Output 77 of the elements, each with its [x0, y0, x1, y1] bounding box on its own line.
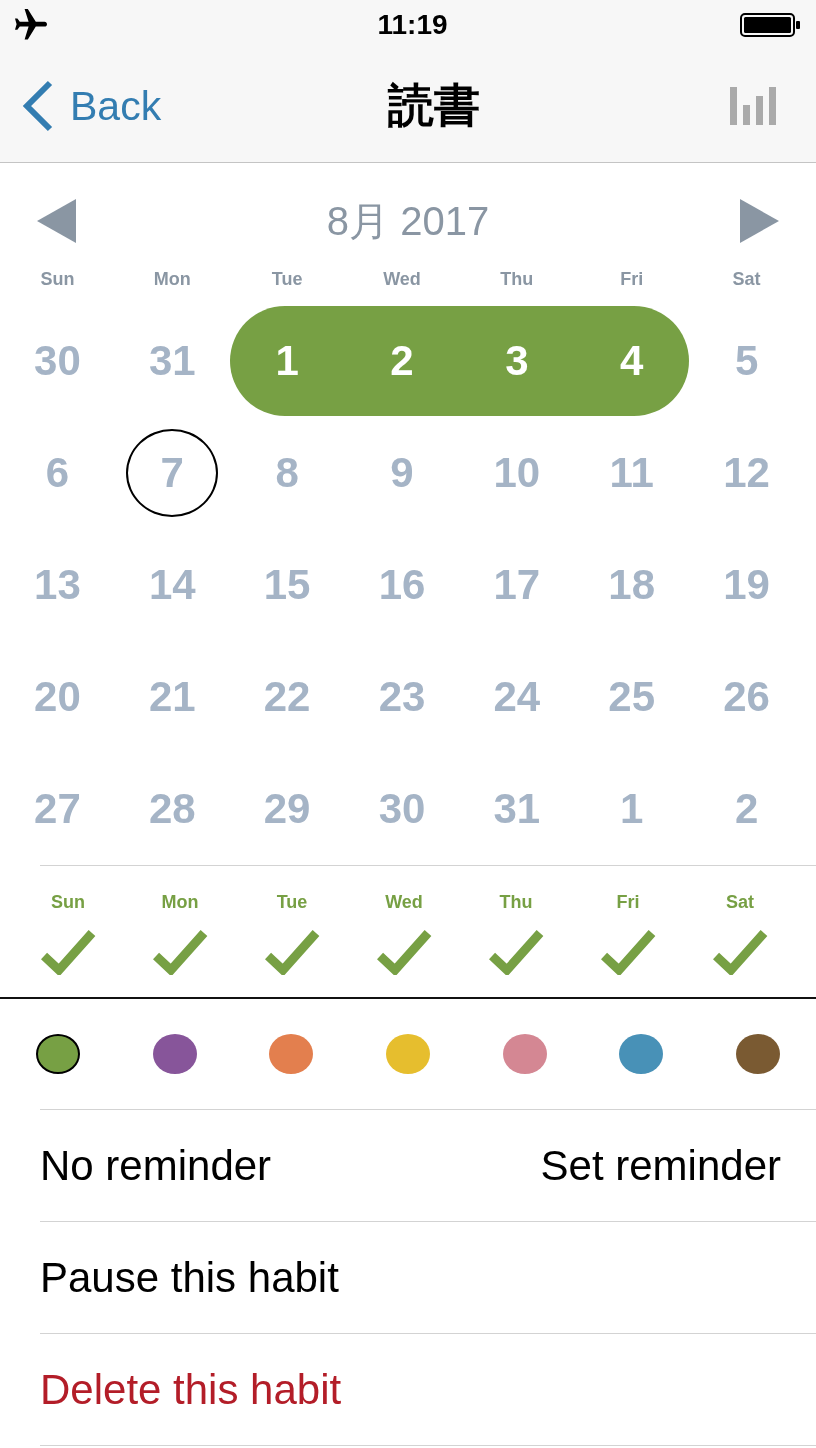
pause-habit-button[interactable]: Pause this habit [40, 1253, 339, 1302]
repeat-day-label: Sat [726, 891, 754, 913]
color-swatch-icon[interactable] [152, 1034, 197, 1074]
repeat-day-label: Tue [276, 891, 308, 913]
calendar-day[interactable]: 8 [275, 449, 299, 497]
month-title: 8月 2017 [326, 197, 490, 245]
reminder-status: No reminder [40, 1141, 272, 1190]
calendar-day[interactable]: 22 [263, 673, 311, 721]
color-swatch-icon[interactable] [386, 1034, 430, 1074]
chevron-left-icon [22, 80, 54, 132]
calendar-day[interactable]: 16 [378, 561, 426, 609]
checkmark-icon[interactable] [600, 929, 656, 975]
color-swatch-icon[interactable] [36, 1034, 81, 1074]
weekday-label: Tue [271, 268, 303, 290]
color-swatch-icon[interactable] [619, 1034, 664, 1074]
checkmark-icon[interactable] [264, 929, 320, 975]
weekday-label: Wed [383, 268, 421, 290]
weekday-label: Thu [500, 268, 534, 290]
repeat-day-label: Mon [161, 891, 199, 913]
calendar-day[interactable]: 28 [148, 785, 196, 833]
repeat-day-label: Wed [385, 891, 423, 913]
calendar-day[interactable]: 2 [734, 785, 759, 833]
calendar-day[interactable]: 10 [493, 449, 541, 497]
calendar-day[interactable]: 31 [148, 337, 196, 385]
calendar-day[interactable]: 14 [148, 561, 196, 609]
calendar-day[interactable]: 1 [620, 785, 644, 833]
calendar-day[interactable]: 30 [378, 785, 426, 833]
weekday-label: Mon [153, 268, 191, 290]
calendar-day[interactable]: 24 [493, 673, 541, 721]
calendar-day[interactable]: 23 [378, 673, 426, 721]
calendar-day[interactable]: 13 [34, 561, 81, 609]
battery-icon [740, 13, 800, 37]
calendar-day[interactable]: 5 [734, 337, 759, 385]
calendar-day[interactable]: 25 [608, 673, 656, 721]
calendar-day[interactable]: 9 [390, 449, 414, 497]
repeat-day-label: Sun [51, 891, 85, 913]
calendar-day[interactable]: 3 [505, 337, 529, 385]
calendar-day[interactable]: 30 [34, 337, 81, 385]
color-swatch-icon[interactable] [269, 1034, 314, 1074]
calendar-day[interactable]: 17 [493, 561, 541, 609]
calendar-day[interactable]: 15 [263, 561, 311, 609]
calendar-day[interactable]: 20 [34, 673, 81, 721]
calendar-day[interactable]: 26 [723, 673, 770, 721]
calendar-day[interactable]: 11 [609, 449, 654, 497]
bar-chart-icon[interactable] [730, 87, 776, 125]
calendar-day[interactable]: 7 [160, 449, 184, 497]
checkmark-icon[interactable] [376, 929, 432, 975]
checkmark-icon[interactable] [488, 929, 544, 975]
set-reminder-button[interactable]: Set reminder [540, 1141, 781, 1190]
status-time: 11:19 [377, 9, 448, 41]
calendar-day[interactable]: 29 [263, 785, 311, 833]
calendar-day[interactable]: 12 [723, 449, 770, 497]
repeat-day-label: Thu [499, 891, 533, 913]
previous-month-arrow-icon[interactable] [37, 199, 76, 243]
calendar-day[interactable]: 1 [275, 337, 299, 385]
calendar-day[interactable]: 21 [148, 673, 196, 721]
nav-title: 読書 [388, 77, 480, 134]
calendar-day[interactable]: 31 [493, 785, 541, 833]
repeat-day-label: Fri [616, 891, 640, 913]
checkmark-icon[interactable] [40, 929, 96, 975]
calendar-day[interactable]: 2 [390, 337, 414, 385]
next-month-arrow-icon[interactable] [740, 199, 779, 243]
calendar-day[interactable]: 18 [608, 561, 656, 609]
color-swatch-icon[interactable] [502, 1034, 547, 1074]
weekday-label: Fri [620, 268, 644, 290]
calendar-day[interactable]: 6 [45, 449, 70, 497]
weekday-label: Sat [732, 268, 761, 290]
airplane-mode-icon [15, 9, 47, 41]
back-button[interactable]: Back [22, 80, 162, 132]
checkmark-icon[interactable] [152, 929, 208, 975]
calendar-day[interactable]: 4 [620, 337, 644, 385]
color-swatch-icon[interactable] [735, 1034, 780, 1074]
delete-habit-button[interactable]: Delete this habit [40, 1365, 342, 1414]
calendar-day[interactable]: 19 [723, 561, 770, 609]
calendar-day[interactable]: 27 [34, 785, 81, 833]
checkmark-icon[interactable] [712, 929, 768, 975]
weekday-label: Sun [40, 268, 75, 290]
